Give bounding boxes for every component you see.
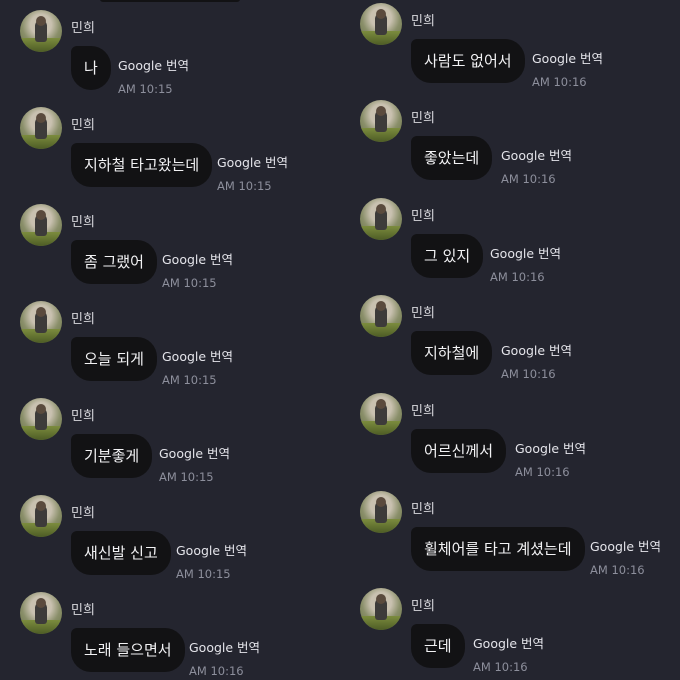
sender-name: 민희: [71, 506, 95, 521]
chat-message: 민희 기분좋게 Google 번역 AM 10:15: [0, 388, 340, 485]
message-bubble[interactable]: 좀 그랬어: [71, 240, 157, 284]
message-time: AM 10:15: [162, 276, 217, 290]
message-time: AM 10:15: [217, 179, 272, 193]
avatar[interactable]: [360, 588, 402, 630]
sender-name: 민희: [71, 21, 95, 36]
google-translate-link[interactable]: Google 번역: [515, 438, 586, 457]
sender-name: 민희: [411, 209, 435, 224]
message-time: AM 10:16: [473, 660, 528, 674]
message-time: AM 10:16: [532, 75, 587, 89]
avatar[interactable]: [20, 107, 62, 149]
avatar[interactable]: [360, 295, 402, 337]
message-bubble[interactable]: 그 있지: [411, 234, 484, 278]
avatar[interactable]: [360, 491, 402, 533]
avatar[interactable]: [360, 198, 402, 240]
chat-message: 민희 그 있지 Google 번역 AM 10:16: [340, 188, 680, 285]
avatar[interactable]: [360, 100, 402, 142]
message-bubble[interactable]: 휠체어를 타고 계셨는데: [411, 527, 585, 571]
avatar[interactable]: [20, 10, 62, 52]
avatar[interactable]: [360, 393, 402, 435]
google-translate-link[interactable]: Google 번역: [159, 443, 230, 462]
message-bubble[interactable]: 노래 들으면서: [71, 628, 185, 672]
avatar[interactable]: [20, 204, 62, 246]
google-translate-link[interactable]: Google 번역: [162, 249, 233, 268]
sender-name: 민희: [411, 599, 435, 614]
chat-message: 민희 사람도 없어서 Google 번역 AM 10:16: [340, 0, 680, 90]
chat-message: 민희 근데 Google 번역 AM 10:16: [340, 578, 680, 675]
message-bubble[interactable]: 기분좋게: [71, 434, 153, 478]
google-translate-link[interactable]: Google 번역: [532, 48, 603, 67]
sender-name: 민희: [71, 603, 95, 618]
message-bubble[interactable]: 오늘 되게: [71, 337, 157, 381]
message-bubble[interactable]: 좋았는데: [411, 136, 493, 180]
chat-column-right: 민희 사람도 없어서 Google 번역 AM 10:16 민희 좋았는데 Go…: [340, 0, 680, 680]
avatar[interactable]: [20, 301, 62, 343]
google-translate-link[interactable]: Google 번역: [189, 637, 260, 656]
message-bubble[interactable]: 지하철에: [411, 331, 493, 375]
chat-message: 민희 좀 그랬어 Google 번역 AM 10:15: [0, 194, 340, 291]
chat-message: 민희 새신발 신고 Google 번역 AM 10:15: [0, 485, 340, 582]
sender-name: 민희: [411, 502, 435, 517]
chat-message: 민희 지하철에 Google 번역 AM 10:16: [340, 285, 680, 382]
message-bubble[interactable]: 사람도 없어서: [411, 39, 525, 83]
sender-name: 민희: [71, 312, 95, 327]
chat-message: 민희 좋았는데 Google 번역 AM 10:16: [340, 90, 680, 187]
avatar[interactable]: [360, 3, 402, 45]
google-translate-link[interactable]: Google 번역: [217, 152, 288, 171]
message-time: AM 10:16: [501, 367, 556, 381]
message-time: AM 10:16: [189, 664, 244, 678]
message-time: AM 10:15: [118, 82, 173, 96]
chat-column-left: 민희 나 Google 번역 AM 10:15 민희 지하철 타고왔는데 Goo…: [0, 0, 340, 680]
message-time: AM 10:16: [490, 270, 545, 284]
google-translate-link[interactable]: Google 번역: [501, 145, 572, 164]
avatar[interactable]: [20, 495, 62, 537]
sender-name: 민희: [71, 118, 95, 133]
sender-name: 민희: [411, 111, 435, 126]
message-bubble[interactable]: 어르신께서: [411, 429, 507, 473]
avatar[interactable]: [20, 592, 62, 634]
google-translate-link[interactable]: Google 번역: [473, 633, 544, 652]
message-time: AM 10:16: [501, 172, 556, 186]
google-translate-link[interactable]: Google 번역: [162, 346, 233, 365]
message-bubble[interactable]: 나: [71, 46, 111, 90]
chat-message: 민희 나 Google 번역 AM 10:15: [0, 0, 340, 97]
chat-message: 민희 오늘 되게 Google 번역 AM 10:15: [0, 291, 340, 388]
google-translate-link[interactable]: Google 번역: [501, 340, 572, 359]
chat-message: 민희 노래 들으면서 Google 번역 AM 10:16: [0, 582, 340, 679]
google-translate-link[interactable]: Google 번역: [490, 243, 561, 262]
chat-message: 민희 지하철 타고왔는데 Google 번역 AM 10:15: [0, 97, 340, 194]
chat-message: 민희 어르신께서 Google 번역 AM 10:16: [340, 383, 680, 480]
message-time: AM 10:15: [162, 373, 217, 387]
sender-name: 민희: [411, 306, 435, 321]
message-bubble[interactable]: 새신발 신고: [71, 531, 171, 575]
message-time: AM 10:15: [176, 567, 231, 581]
sender-name: 민희: [71, 215, 95, 230]
sender-name: 민희: [71, 409, 95, 424]
message-time: AM 10:15: [159, 470, 214, 484]
google-translate-link[interactable]: Google 번역: [118, 55, 189, 74]
google-translate-link[interactable]: Google 번역: [590, 536, 661, 555]
chat-message: 민희 휠체어를 타고 계셨는데 Google 번역 AM 10:16: [340, 481, 680, 578]
avatar[interactable]: [20, 398, 62, 440]
message-time: AM 10:16: [515, 465, 570, 479]
message-time: AM 10:16: [590, 563, 645, 577]
sender-name: 민희: [411, 14, 435, 29]
sender-name: 민희: [411, 404, 435, 419]
google-translate-link[interactable]: Google 번역: [176, 540, 247, 559]
message-bubble[interactable]: 근데: [411, 624, 465, 668]
message-bubble[interactable]: 지하철 타고왔는데: [71, 143, 213, 187]
